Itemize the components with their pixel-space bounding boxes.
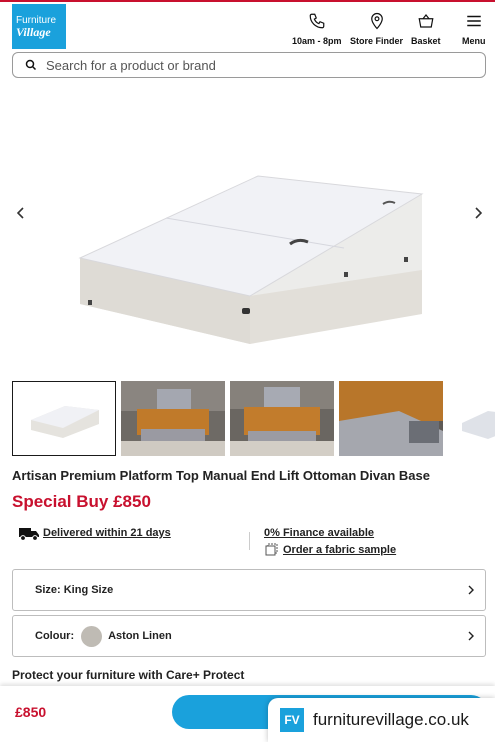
phone-hours-link[interactable]: 10am - 8pm xyxy=(292,12,342,46)
watermark-domain: furniturevillage.co.uk xyxy=(313,710,469,729)
product-main-image[interactable] xyxy=(0,82,495,374)
logo-line2: Village xyxy=(16,24,51,39)
basket-icon xyxy=(418,14,434,28)
thumbnail-5[interactable] xyxy=(448,381,495,456)
furniture-village-logo[interactable]: Furniture Village xyxy=(12,4,66,49)
fabric-sample-icon xyxy=(265,543,278,561)
fabric-sample-link[interactable]: Order a fabric sample xyxy=(283,544,396,556)
hamburger-menu-icon xyxy=(467,15,481,27)
logo-line1: Furniture xyxy=(16,14,57,26)
location-pin-icon xyxy=(370,12,383,30)
sticky-price: £850 xyxy=(15,704,47,720)
site-watermark: FV furniturevillage.co.uk xyxy=(268,698,495,742)
previous-image-button[interactable] xyxy=(14,202,28,224)
colour-selector-label: Colour: xyxy=(35,630,75,642)
phone-icon xyxy=(309,13,325,29)
store-finder-label: Store Finder xyxy=(350,36,404,46)
size-selector-label: Size: King Size xyxy=(35,584,114,596)
fv-badge: FV xyxy=(280,708,304,732)
delivery-truck-icon xyxy=(19,527,39,546)
phone-hours-label: 10am - 8pm xyxy=(292,36,342,46)
colour-selector[interactable]: Colour: Aston Linen xyxy=(12,615,486,657)
thumbnail-1[interactable] xyxy=(12,381,116,456)
thumbnail-4[interactable] xyxy=(339,381,443,456)
thumbnail-3[interactable] xyxy=(230,381,334,456)
menu-button[interactable]: Menu xyxy=(462,12,486,46)
colour-swatch xyxy=(81,625,103,647)
product-price: Special Buy £850 xyxy=(12,492,151,511)
size-selector[interactable]: Size: King Size xyxy=(12,569,486,611)
chevron-right-icon xyxy=(468,631,474,641)
finance-link[interactable]: 0% Finance available xyxy=(264,527,374,539)
info-divider xyxy=(249,532,250,550)
basket-label: Basket xyxy=(411,36,441,46)
site-header: Furniture Village 10am - 8pm Store Finde… xyxy=(0,2,495,49)
store-finder-link[interactable]: Store Finder xyxy=(350,12,403,46)
thumbnail-2[interactable] xyxy=(121,381,225,456)
chevron-right-icon xyxy=(475,207,482,219)
search-input[interactable] xyxy=(46,57,466,73)
care-protect-heading: Protect your furniture with Care+ Protec… xyxy=(12,668,245,682)
chevron-left-icon xyxy=(17,207,24,219)
ottoman-divan-base-image xyxy=(78,175,424,344)
search-bar[interactable] xyxy=(12,52,486,78)
thumbnail-strip xyxy=(12,381,495,456)
colour-value: Aston Linen xyxy=(108,630,172,642)
delivery-link[interactable]: Delivered within 21 days xyxy=(43,527,171,539)
basket-link[interactable]: Basket xyxy=(411,12,441,46)
search-icon xyxy=(25,59,37,71)
next-image-button[interactable] xyxy=(471,202,485,224)
product-title: Artisan Premium Platform Top Manual End … xyxy=(12,468,430,483)
chevron-right-icon xyxy=(468,585,474,595)
menu-label: Menu xyxy=(462,36,486,46)
